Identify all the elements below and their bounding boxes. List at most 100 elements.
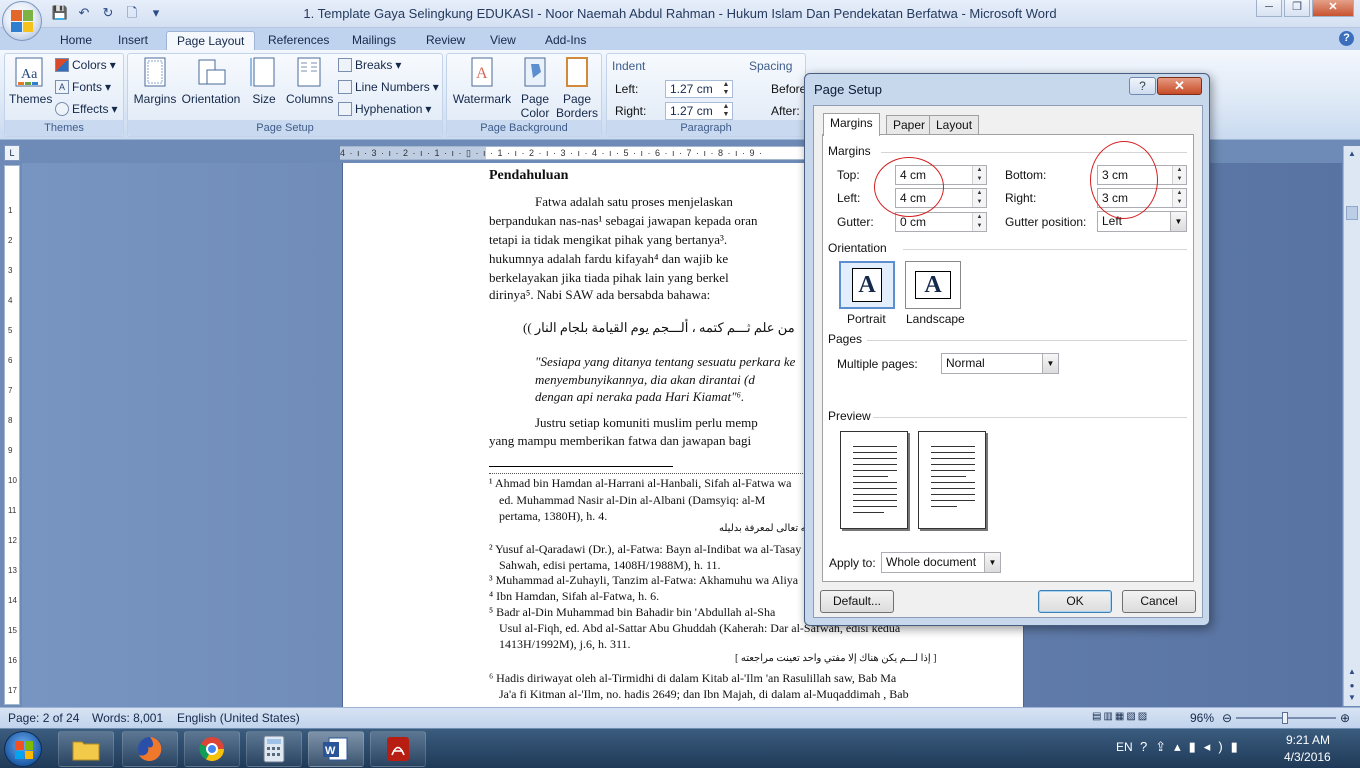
themes-icon: Aa — [15, 57, 43, 87]
chrome-taskbar-button[interactable] — [184, 731, 240, 767]
zoom-out-icon[interactable]: ⊖ — [1222, 711, 1232, 725]
ruler-v-mark: 8 — [8, 416, 13, 425]
scroll-thumb[interactable] — [1346, 206, 1358, 220]
page-borders-button[interactable]: Page Borders — [555, 56, 599, 120]
tab-insert[interactable]: Insert — [108, 31, 158, 50]
ruler-v-mark: 9 — [8, 446, 13, 455]
effects-button[interactable]: Effects ▾ — [55, 102, 118, 116]
zoom-in-icon[interactable]: ⊕ — [1340, 711, 1350, 725]
page-count[interactable]: Page: 2 of 24 — [8, 711, 79, 725]
portrait-option[interactable]: A — [839, 261, 895, 309]
indent-right-input[interactable]: 1.27 cm ▲ ▼ — [665, 102, 733, 120]
size-button[interactable]: Size — [246, 56, 282, 106]
tab-paper[interactable]: Paper — [886, 115, 933, 135]
language-status[interactable]: English (United States) — [177, 711, 300, 725]
line-numbers-button[interactable]: Line Numbers ▾ — [338, 80, 439, 94]
footnote: ³ Muhammad al-Zuhayli, Tanzim al-Fatwa: … — [489, 573, 799, 587]
tab-mailings[interactable]: Mailings — [342, 31, 406, 50]
word-count[interactable]: Words: 8,001 — [92, 711, 163, 725]
margins-button[interactable]: Margins — [132, 56, 178, 106]
themes-label: Themes — [9, 92, 53, 106]
prev-page-icon[interactable]: ▲ — [1346, 666, 1358, 678]
tab-margins[interactable]: Margins — [823, 113, 880, 136]
browse-object-icon[interactable]: ● — [1346, 680, 1358, 692]
breaks-button[interactable]: Breaks ▾ — [338, 58, 401, 72]
tab-add-ins[interactable]: Add-Ins — [535, 31, 596, 50]
landscape-option[interactable]: A — [905, 261, 961, 309]
default-button[interactable]: Default... — [820, 590, 894, 613]
tab-page-layout[interactable]: Page Layout — [166, 31, 256, 50]
footnote: ¹ Ahmad bin Hamdan al-Harrani al-Hanbali… — [489, 476, 792, 490]
office-button[interactable] — [2, 1, 42, 41]
firefox-icon — [138, 737, 162, 761]
view-buttons[interactable]: ▤▥▦▧▨ — [1092, 711, 1149, 722]
footnote: 1413H/1992M), j.6, h. 311. — [499, 637, 631, 651]
indent-left-spinner[interactable]: ▲ ▼ — [720, 81, 732, 97]
themes-button[interactable]: Aa Themes — [9, 56, 53, 106]
close-button[interactable]: ✕ — [1312, 0, 1354, 17]
next-page-icon[interactable]: ▼ — [1346, 692, 1358, 704]
indent-right-value: 1.27 cm — [670, 104, 713, 118]
left-margin-spinner[interactable]: ▲ ▼ — [972, 189, 986, 207]
tab-home[interactable]: Home — [50, 31, 102, 50]
colors-button[interactable]: Colors ▾ — [55, 58, 116, 72]
fonts-button[interactable]: A Fonts ▾ — [55, 80, 111, 94]
ruler-v-mark: 7 — [8, 386, 13, 395]
watermark-button[interactable]: A Watermark — [451, 56, 513, 106]
page-color-label-2: Color — [520, 106, 550, 120]
annotation-circle-top-left — [874, 157, 944, 217]
top-margin-spinner[interactable]: ▲ ▼ — [972, 166, 986, 184]
zoom-level[interactable]: 96% — [1190, 711, 1214, 725]
gutter-spinner[interactable]: ▲ ▼ — [972, 213, 986, 231]
folder-icon — [72, 741, 100, 761]
ruler-v-mark: 3 — [8, 266, 13, 275]
vertical-ruler[interactable]: 1 2 3 4 5 6 7 8 9 10 11 12 13 14 15 16 1… — [4, 165, 20, 705]
ok-button[interactable]: OK — [1038, 590, 1112, 613]
multiple-pages-select[interactable]: Normal ▼ — [941, 353, 1059, 374]
ruler-v-mark: 12 — [8, 536, 17, 545]
hyphenation-label: Hyphenation — [355, 102, 423, 116]
clock-time[interactable]: 9:21 AM — [1286, 733, 1330, 747]
explorer-taskbar-button[interactable] — [58, 731, 114, 767]
tab-references[interactable]: References — [258, 31, 339, 50]
footnote: ⁴ Ibn Hamdan, Sifah al-Fatwa, h. 6. — [489, 589, 660, 603]
tab-selector[interactable]: L — [4, 145, 20, 161]
columns-button[interactable]: Columns — [286, 56, 333, 106]
clock-date[interactable]: 4/3/2016 — [1284, 750, 1331, 764]
input-language[interactable]: EN — [1116, 740, 1133, 754]
help-icon[interactable]: ? — [1339, 31, 1354, 46]
footnote: pertama, 1380H), h. 4. — [499, 509, 608, 523]
cancel-button[interactable]: Cancel — [1122, 590, 1196, 613]
hyphenation-button[interactable]: Hyphenation ▾ — [338, 102, 431, 116]
maximize-button[interactable]: ❐ — [1284, 0, 1310, 17]
dialog-close-button[interactable]: ✕ — [1157, 77, 1202, 95]
portrait-icon: A — [852, 268, 882, 302]
apply-to-select[interactable]: Whole document ▼ — [881, 552, 1001, 573]
indent-right-spinner[interactable]: ▲ ▼ — [720, 103, 732, 119]
right-margin-spinner[interactable]: ▲ ▼ — [1172, 189, 1186, 207]
word-taskbar-button[interactable]: W — [308, 731, 364, 767]
page-color-button[interactable]: Page Color — [515, 56, 555, 120]
scroll-up-icon[interactable]: ▲ — [1346, 148, 1358, 160]
bottom-margin-spinner[interactable]: ▲ ▼ — [1172, 166, 1186, 184]
preview-section-title: Preview — [828, 409, 871, 423]
tray-icons[interactable]: ?⇪▴▮◂)▮ — [1140, 739, 1246, 755]
zoom-slider-knob[interactable] — [1282, 712, 1288, 724]
page-background-group-label: Page Background — [447, 120, 601, 136]
svg-text:Aa: Aa — [21, 67, 38, 82]
tab-layout[interactable]: Layout — [929, 115, 980, 135]
firefox-taskbar-button[interactable] — [122, 731, 178, 767]
text-line: Fatwa adalah satu proses menjelaskan — [535, 194, 733, 209]
text-line: dirinya⁵. Nabi SAW ada bersabda bahawa: — [489, 287, 711, 302]
minimize-button[interactable]: ─ — [1256, 0, 1282, 17]
dialog-help-button[interactable]: ? — [1129, 77, 1156, 95]
dialog-body: Margins Paper Layout Margins Top: 4 cm ▲ ▼… — [813, 105, 1203, 618]
orientation-button[interactable]: Orientation — [180, 56, 242, 106]
indent-left-input[interactable]: 1.27 cm ▲ ▼ — [665, 80, 733, 98]
tab-view[interactable]: View — [480, 31, 526, 50]
tab-review[interactable]: Review — [416, 31, 475, 50]
acrobat-taskbar-button[interactable] — [370, 731, 426, 767]
vertical-scrollbar[interactable]: ▲ ▲ ● ▼ — [1343, 146, 1360, 706]
calculator-taskbar-button[interactable] — [246, 731, 302, 767]
start-button[interactable] — [4, 731, 42, 767]
